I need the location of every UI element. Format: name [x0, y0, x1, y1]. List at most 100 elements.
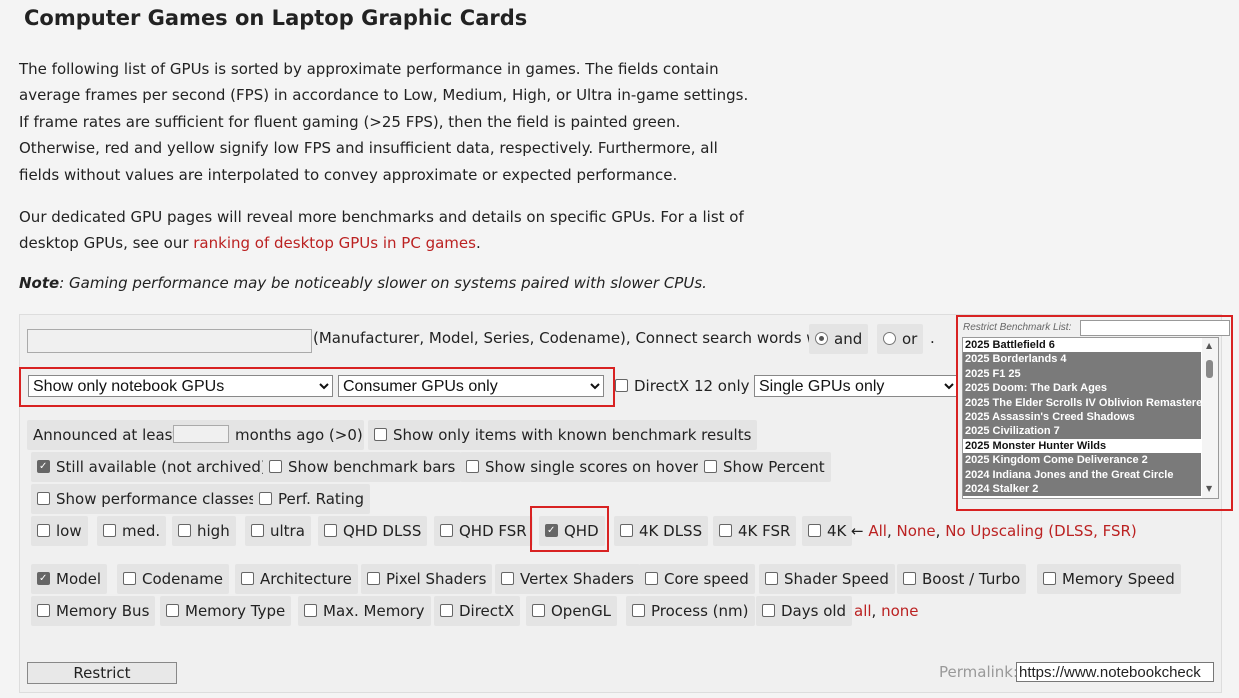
col-memory-type-box[interactable]: [166, 604, 179, 617]
col-memory-speed[interactable]: Memory Speed: [1037, 564, 1181, 594]
setting-high-box[interactable]: [178, 524, 191, 537]
col-memory-type[interactable]: Memory Type: [160, 596, 292, 626]
col-model-box[interactable]: [37, 572, 50, 585]
setting-qhd-fsr-box[interactable]: [440, 524, 453, 537]
or-radio[interactable]: or: [877, 324, 924, 354]
single-scores-checkbox[interactable]: Show single scores on hover: [460, 452, 705, 482]
scroll-thumb[interactable]: [1206, 360, 1213, 378]
announced-months-input[interactable]: [173, 425, 229, 443]
col-memory-bus-box[interactable]: [37, 604, 50, 617]
col-directx[interactable]: DirectX: [434, 596, 521, 626]
col-memory-speed-box[interactable]: [1043, 572, 1056, 585]
setting-qhd-dlss[interactable]: QHD DLSS: [318, 516, 428, 546]
col-architecture[interactable]: Architecture: [235, 564, 358, 594]
setting-med[interactable]: med.: [97, 516, 167, 546]
col-memory-bus[interactable]: Memory Bus: [31, 596, 156, 626]
benchmark-item[interactable]: 2024 Indiana Jones and the Great Circle: [963, 467, 1201, 483]
col-vertex-shaders[interactable]: Vertex Shaders: [495, 564, 640, 594]
columns-all-link[interactable]: all: [854, 602, 872, 620]
and-radio-indicator[interactable]: [815, 332, 828, 345]
setting-4k-box[interactable]: [808, 524, 821, 537]
directx12-box[interactable]: [615, 379, 628, 392]
col-opengl[interactable]: OpenGL: [526, 596, 618, 626]
show-percent-checkbox[interactable]: Show Percent: [698, 452, 831, 482]
col-process[interactable]: Process (nm): [626, 596, 755, 626]
known-results-checkbox[interactable]: Show only items with known benchmark res…: [368, 420, 758, 450]
col-model[interactable]: Model: [31, 564, 108, 594]
benchmark-item[interactable]: 2025 The Elder Scrolls IV Oblivion Remas…: [963, 395, 1201, 411]
search-input[interactable]: [27, 329, 312, 353]
col-shader-speed[interactable]: Shader Speed: [759, 564, 895, 594]
benchmark-item[interactable]: 2025 F1 25: [963, 366, 1201, 382]
settings-quick-select: ← All, None, No Upscaling (DLSS, FSR): [851, 521, 1137, 541]
setting-low[interactable]: low: [31, 516, 88, 546]
col-boost-turbo-box[interactable]: [903, 572, 916, 585]
setting-4k-dlss[interactable]: 4K DLSS: [614, 516, 709, 546]
col-core-speed[interactable]: Core speed: [639, 564, 755, 594]
setting-qhd-dlss-box[interactable]: [324, 524, 337, 537]
col-codename-box[interactable]: [123, 572, 136, 585]
settings-all-link[interactable]: All: [868, 522, 887, 540]
col-shader-speed-box[interactable]: [765, 572, 778, 585]
col-directx-box[interactable]: [440, 604, 453, 617]
benchmark-item[interactable]: 2025 Doom: The Dark Ages: [963, 381, 1201, 396]
col-process-box[interactable]: [632, 604, 645, 617]
col-pixel-shaders[interactable]: Pixel Shaders: [361, 564, 493, 594]
col-vertex-shaders-box[interactable]: [501, 572, 514, 585]
col-max-memory-box[interactable]: [304, 604, 317, 617]
benchmark-item[interactable]: 2025 Kingdom Come Deliverance 2: [963, 453, 1201, 468]
col-pixel-shaders-box[interactable]: [367, 572, 380, 585]
benchmark-filter-input[interactable]: [1080, 320, 1230, 336]
perf-rating-checkbox[interactable]: Perf. Rating: [253, 484, 370, 514]
benchmark-bars-box[interactable]: [269, 460, 282, 473]
directx12-checkbox[interactable]: DirectX 12 only: [615, 376, 750, 396]
still-available-box[interactable]: [37, 460, 50, 473]
col-core-speed-box[interactable]: [645, 572, 658, 585]
benchmark-list-scrollbar[interactable]: ▲ ▼: [1202, 338, 1218, 498]
setting-4k-dlss-box[interactable]: [620, 524, 633, 537]
setting-4k[interactable]: 4K: [802, 516, 853, 546]
benchmark-list[interactable]: 2025 Battlefield 6 2025 Borderlands 4 2025…: [962, 337, 1219, 499]
desktop-gpu-ranking-link[interactable]: ranking of desktop GPUs in PC games: [193, 234, 476, 252]
permalink-input[interactable]: https://www.notebookcheck: [1016, 662, 1214, 682]
setting-high[interactable]: high: [172, 516, 236, 546]
or-radio-indicator[interactable]: [883, 332, 896, 345]
col-process-label: Process (nm): [651, 602, 749, 620]
benchmark-item[interactable]: 2025 Assassin's Creed Shadows: [963, 410, 1201, 425]
restrict-button[interactable]: Restrict: [27, 662, 177, 684]
performance-classes-checkbox[interactable]: Show performance classes: [31, 484, 263, 514]
benchmark-item[interactable]: 2025 Borderlands 4: [963, 352, 1201, 367]
col-days-old[interactable]: Days old: [756, 596, 853, 626]
benchmark-bars-checkbox[interactable]: Show benchmark bars: [263, 452, 462, 482]
setting-ultra[interactable]: ultra: [245, 516, 311, 546]
known-results-box[interactable]: [374, 428, 387, 441]
benchmark-item[interactable]: 2025 Civilization 7: [963, 424, 1201, 439]
setting-4k-fsr-box[interactable]: [719, 524, 732, 537]
benchmark-item[interactable]: 2024 Stalker 2: [963, 482, 1201, 497]
settings-none-link[interactable]: None: [897, 522, 936, 540]
col-days-old-box[interactable]: [762, 604, 775, 617]
setting-low-box[interactable]: [37, 524, 50, 537]
col-codename[interactable]: Codename: [117, 564, 229, 594]
benchmark-item[interactable]: 2025 Battlefield 6: [963, 338, 1201, 353]
performance-classes-box[interactable]: [37, 492, 50, 505]
single-scores-box[interactable]: [466, 460, 479, 473]
scroll-down-icon[interactable]: ▼: [1206, 484, 1212, 493]
and-radio[interactable]: and: [809, 324, 869, 354]
still-available-checkbox[interactable]: Still available (not archived): [31, 452, 273, 482]
perf-rating-box[interactable]: [259, 492, 272, 505]
setting-qhd-fsr[interactable]: QHD FSR: [434, 516, 533, 546]
settings-no-upscaling-link[interactable]: No Upscaling (DLSS, FSR): [945, 522, 1137, 540]
columns-none-link[interactable]: none: [881, 602, 918, 620]
col-opengl-box[interactable]: [532, 604, 545, 617]
setting-med-box[interactable]: [103, 524, 116, 537]
scroll-up-icon[interactable]: ▲: [1206, 341, 1212, 350]
setting-ultra-box[interactable]: [251, 524, 264, 537]
gpu-count-select[interactable]: Single GPUs only: [754, 375, 958, 397]
col-boost-turbo[interactable]: Boost / Turbo: [897, 564, 1027, 594]
benchmark-item[interactable]: 2025 Monster Hunter Wilds: [963, 438, 1201, 454]
setting-4k-fsr[interactable]: 4K FSR: [713, 516, 797, 546]
col-max-memory[interactable]: Max. Memory: [298, 596, 431, 626]
show-percent-box[interactable]: [704, 460, 717, 473]
col-architecture-box[interactable]: [241, 572, 254, 585]
